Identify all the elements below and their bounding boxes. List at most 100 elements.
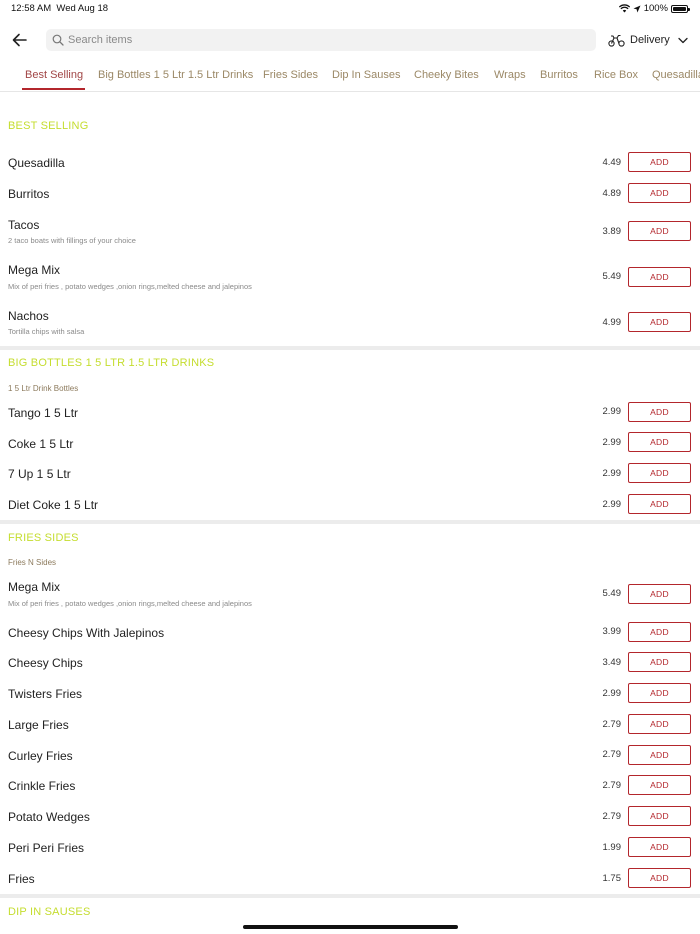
- add-button[interactable]: ADD: [628, 152, 691, 172]
- tab-rice-box[interactable]: Rice Box: [594, 69, 638, 81]
- section-title-fries-sides: FRIES SIDES: [8, 532, 79, 544]
- add-button[interactable]: ADD: [628, 745, 691, 765]
- status-indicators: 100%: [618, 3, 690, 14]
- section-title-dip-in-sauses: DIP IN SAUSES: [8, 906, 91, 918]
- item-price: 4.49: [602, 157, 622, 168]
- item-name: Coke 1 5 Ltr: [8, 437, 74, 451]
- section-subheading: 1 5 Ltr Drink Bottles: [8, 384, 79, 393]
- category-tabs: Best Selling Big Bottles 1 5 Ltr 1.5 Ltr…: [0, 64, 700, 92]
- section-divider: [0, 894, 700, 898]
- item-price: 3.89: [602, 226, 622, 237]
- item-name: Tacos: [8, 218, 40, 232]
- add-button[interactable]: ADD: [628, 806, 691, 826]
- item-name: Large Fries: [8, 718, 69, 732]
- tab-quesadillas[interactable]: Quesadillas: [652, 69, 700, 81]
- tab-best-selling[interactable]: Best Selling: [25, 69, 83, 81]
- add-button[interactable]: ADD: [628, 183, 691, 203]
- item-price: 5.49: [602, 588, 622, 599]
- tab-burritos[interactable]: Burritos: [540, 69, 578, 81]
- item-name: Crinkle Fries: [8, 779, 76, 793]
- section-title-best-selling: BEST SELLING: [8, 120, 89, 132]
- battery-icon: [671, 4, 690, 13]
- add-button[interactable]: ADD: [628, 714, 691, 734]
- item-description: 2 taco boats with fillings of your choic…: [8, 236, 136, 245]
- item-price: 2.99: [602, 499, 622, 510]
- add-button[interactable]: ADD: [628, 837, 691, 857]
- location-arrow-icon: [633, 5, 641, 12]
- add-button[interactable]: ADD: [628, 494, 691, 514]
- active-tab-indicator: [22, 88, 85, 90]
- item-price: 2.99: [602, 468, 622, 479]
- top-bar: Delivery: [0, 28, 700, 52]
- item-price: 1.75: [602, 873, 622, 884]
- add-button[interactable]: ADD: [628, 267, 691, 287]
- item-price: 2.79: [602, 719, 622, 730]
- item-price: 3.99: [602, 626, 622, 637]
- tab-cheeky-bites[interactable]: Cheeky Bites: [414, 69, 479, 81]
- item-name: Cheesy Chips With Jalepinos: [8, 626, 165, 640]
- item-price: 2.99: [602, 437, 622, 448]
- section-divider: [0, 346, 700, 350]
- add-button[interactable]: ADD: [628, 868, 691, 888]
- item-price: 4.89: [602, 188, 622, 199]
- item-name: Peri Peri Fries: [8, 841, 85, 855]
- tab-fries-sides[interactable]: Fries Sides: [263, 69, 318, 81]
- item-name: Tango 1 5 Ltr: [8, 406, 79, 420]
- section-divider: [0, 520, 700, 524]
- item-price: 5.49: [602, 271, 622, 282]
- add-button[interactable]: ADD: [628, 683, 691, 703]
- item-name: Nachos: [8, 309, 49, 323]
- item-price: 3.49: [602, 657, 622, 668]
- section-title-big-bottles: BIG BOTTLES 1 5 LTR 1.5 LTR DRINKS: [8, 357, 215, 369]
- scooter-icon: [608, 34, 625, 47]
- search-input[interactable]: [68, 29, 588, 51]
- item-name: Potato Wedges: [8, 810, 90, 824]
- clock-date: Wed Aug 18: [56, 3, 109, 14]
- item-description: Mix of peri fries , potato wedges ,onion…: [8, 599, 252, 608]
- item-name: 7 Up 1 5 Ltr: [8, 467, 71, 481]
- item-price: 2.99: [602, 406, 622, 417]
- add-button[interactable]: ADD: [628, 221, 691, 241]
- status-bar: 12:58 AM Wed Aug 18 100%: [0, 0, 700, 18]
- item-price: 4.99: [602, 317, 622, 328]
- tab-wraps[interactable]: Wraps: [494, 69, 526, 81]
- item-name: Fries: [8, 872, 35, 886]
- battery-percent: 100%: [643, 3, 668, 14]
- search-icon: [52, 34, 64, 46]
- item-name: Mega Mix: [8, 263, 61, 277]
- add-button[interactable]: ADD: [628, 775, 691, 795]
- item-price: 2.99: [602, 688, 622, 699]
- add-button[interactable]: ADD: [628, 402, 691, 422]
- item-description: Mix of peri fries , potato wedges ,onion…: [8, 282, 252, 291]
- search-bar[interactable]: [46, 29, 596, 51]
- item-description: Tortilla chips with salsa: [8, 327, 85, 336]
- item-name: Diet Coke 1 5 Ltr: [8, 498, 99, 512]
- add-button[interactable]: ADD: [628, 432, 691, 452]
- delivery-mode-label: Delivery: [630, 34, 670, 46]
- item-price: 2.79: [602, 749, 622, 760]
- back-arrow-icon[interactable]: [10, 30, 30, 50]
- item-price: 2.79: [602, 780, 622, 791]
- section-subheading: Fries N Sides: [8, 558, 57, 567]
- delivery-mode-selector[interactable]: Delivery: [608, 28, 688, 52]
- home-indicator: [243, 925, 458, 929]
- add-button[interactable]: ADD: [628, 312, 691, 332]
- item-price: 2.79: [602, 811, 622, 822]
- clock-time: 12:58 AM: [11, 3, 52, 14]
- tab-big-bottles[interactable]: Big Bottles 1 5 Ltr 1.5 Ltr Drinks: [98, 69, 253, 81]
- item-name: Twisters Fries: [8, 687, 83, 701]
- add-button[interactable]: ADD: [628, 622, 691, 642]
- chevron-down-icon: [678, 37, 688, 43]
- status-time: 12:58 AM Wed Aug 18: [11, 3, 108, 14]
- add-button[interactable]: ADD: [628, 584, 691, 604]
- item-name: Curley Fries: [8, 749, 73, 763]
- item-name: Mega Mix: [8, 580, 61, 594]
- add-button[interactable]: ADD: [628, 463, 691, 483]
- item-name: Cheesy Chips: [8, 656, 83, 670]
- item-name: Burritos: [8, 187, 50, 201]
- item-price: 1.99: [602, 842, 622, 853]
- item-name: Quesadilla: [8, 156, 65, 170]
- wifi-icon: [618, 4, 630, 13]
- add-button[interactable]: ADD: [628, 652, 691, 672]
- tab-dip-in-sauses[interactable]: Dip In Sauses: [332, 69, 400, 81]
